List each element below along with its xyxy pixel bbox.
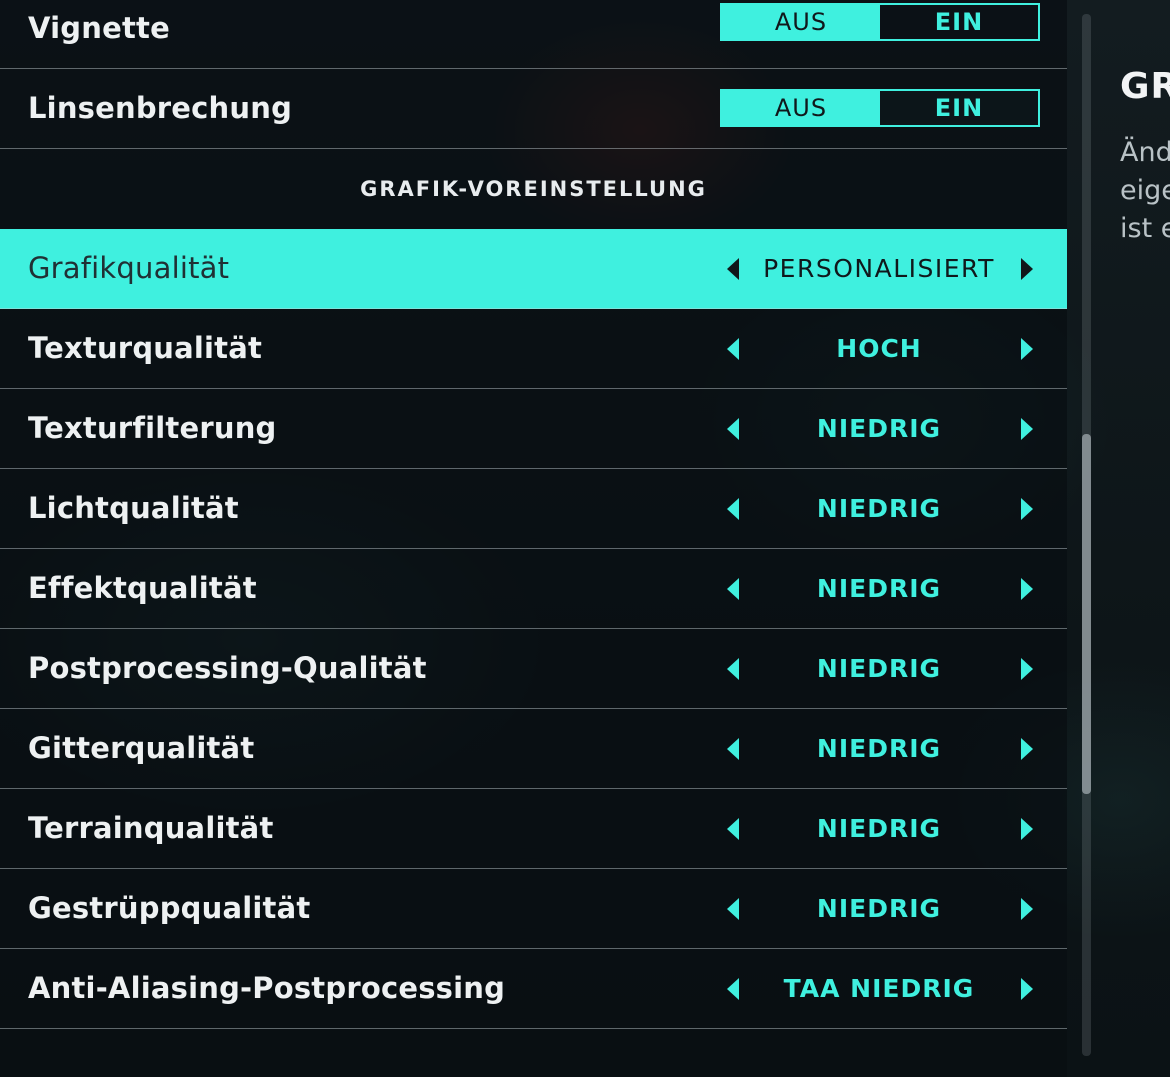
toggle-option-on[interactable]: EIN <box>880 91 1038 125</box>
setting-row-graphics-quality[interactable]: Grafikqualität PERSONALISIERT <box>0 229 1067 309</box>
arrow-right-icon[interactable] <box>1021 498 1033 520</box>
setting-label: Terrainqualität <box>28 811 274 845</box>
setting-label: Texturqualität <box>28 331 263 365</box>
setting-label: Grafikqualität <box>28 251 230 285</box>
setting-value: TAA NIEDRIG <box>783 974 975 1003</box>
setting-row-texture-quality[interactable]: Texturqualität HOCH <box>0 309 1067 389</box>
toggle-option-off[interactable]: AUS <box>722 91 880 125</box>
setting-value: NIEDRIG <box>816 414 942 443</box>
scrollbar-track[interactable] <box>1082 14 1091 1056</box>
setting-row-vignette[interactable]: Vignette AUS EIN <box>0 0 1067 69</box>
setting-row-terrain-quality[interactable]: Terrainqualität NIEDRIG <box>0 789 1067 869</box>
setting-label: Texturfilterung <box>28 411 277 445</box>
arrow-right-icon[interactable] <box>1021 578 1033 600</box>
setting-row-mesh-quality[interactable]: Gitterqualität NIEDRIG <box>0 709 1067 789</box>
setting-row-anti-aliasing[interactable]: Anti-Aliasing-Postprocessing TAA NIEDRIG <box>0 949 1067 1029</box>
setting-label: Postprocessing-Qualität <box>28 651 427 685</box>
setting-row-postprocessing-quality[interactable]: Postprocessing-Qualität NIEDRIG <box>0 629 1067 709</box>
toggle-option-on[interactable]: EIN <box>880 5 1038 39</box>
arrow-left-icon[interactable] <box>727 258 739 280</box>
arrow-left-icon[interactable] <box>727 578 739 600</box>
arrow-right-icon[interactable] <box>1021 978 1033 1000</box>
arrow-right-icon[interactable] <box>1021 818 1033 840</box>
arrow-right-icon[interactable] <box>1021 658 1033 680</box>
arrow-left-icon[interactable] <box>727 738 739 760</box>
arrow-left-icon[interactable] <box>727 498 739 520</box>
arrow-right-icon[interactable] <box>1021 338 1033 360</box>
arrow-right-icon[interactable] <box>1021 898 1033 920</box>
setting-row-undergrowth-quality[interactable]: Gestrüppqualität NIEDRIG <box>0 869 1067 949</box>
setting-row-lighting-quality[interactable]: Lichtqualität NIEDRIG <box>0 469 1067 549</box>
toggle-option-off[interactable]: AUS <box>722 5 880 39</box>
scrollbar-thumb[interactable] <box>1082 434 1091 794</box>
arrow-left-icon[interactable] <box>727 818 739 840</box>
setting-value: NIEDRIG <box>816 574 942 603</box>
arrow-left-icon[interactable] <box>727 658 739 680</box>
setting-value: NIEDRIG <box>816 734 942 763</box>
setting-label: Lichtqualität <box>28 491 239 525</box>
setting-row-lens-distortion[interactable]: Linsenbrechung AUS EIN <box>0 69 1067 149</box>
info-panel-title: GR <box>1120 66 1170 107</box>
setting-value: NIEDRIG <box>816 654 942 683</box>
setting-label: Gestrüppqualität <box>28 891 311 925</box>
setting-value: NIEDRIG <box>816 814 942 843</box>
setting-label: Effektqualität <box>28 571 257 605</box>
setting-row-effects-quality[interactable]: Effektqualität NIEDRIG <box>0 549 1067 629</box>
arrow-left-icon[interactable] <box>727 978 739 1000</box>
setting-value: NIEDRIG <box>816 894 942 923</box>
lens-distortion-toggle[interactable]: AUS EIN <box>720 89 1040 127</box>
arrow-right-icon[interactable] <box>1021 738 1033 760</box>
setting-label: Gitterqualität <box>28 731 255 765</box>
section-header: GRAFIK-VOREINSTELLUNG <box>360 177 707 201</box>
arrow-left-icon[interactable] <box>727 898 739 920</box>
vignette-toggle[interactable]: AUS EIN <box>720 3 1040 41</box>
arrow-left-icon[interactable] <box>727 418 739 440</box>
setting-label: Anti-Aliasing-Postprocessing <box>28 971 506 1005</box>
arrow-right-icon[interactable] <box>1021 418 1033 440</box>
setting-label: Linsenbrechung <box>28 91 293 125</box>
setting-value: HOCH <box>836 334 922 363</box>
arrow-right-icon[interactable] <box>1021 258 1033 280</box>
setting-label: Vignette <box>28 11 170 45</box>
setting-row-texture-filtering[interactable]: Texturfilterung NIEDRIG <box>0 389 1067 469</box>
info-panel-text: Änd eige ist e <box>1120 137 1170 244</box>
arrow-left-icon[interactable] <box>727 338 739 360</box>
setting-value: PERSONALISIERT <box>763 254 995 283</box>
setting-value: NIEDRIG <box>816 494 942 523</box>
settings-panel: Vignette AUS EIN Linsenbrechung AUS EIN … <box>0 0 1067 1077</box>
